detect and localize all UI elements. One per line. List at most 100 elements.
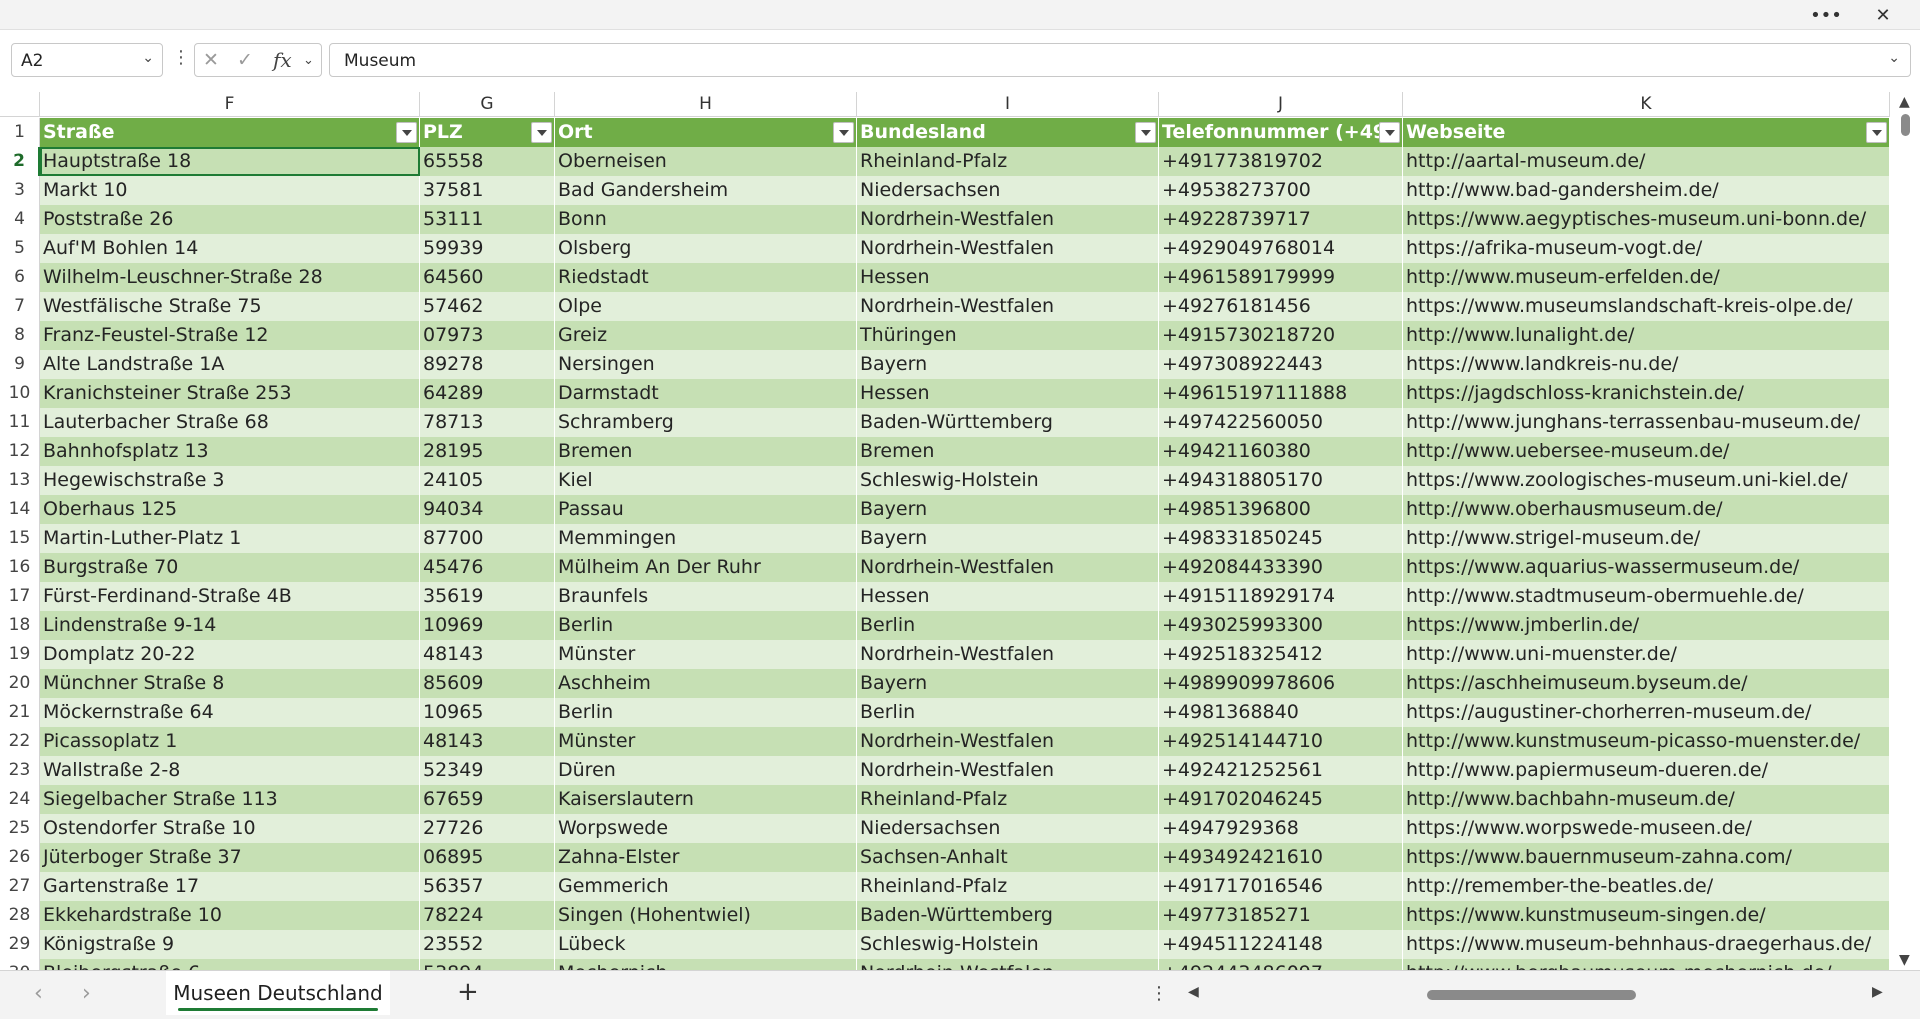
- table-cell[interactable]: https://www.kunstmuseum-singen.de/: [1403, 901, 1890, 930]
- table-cell[interactable]: +493025993300: [1159, 611, 1403, 640]
- filter-dropdown-icon[interactable]: [1135, 122, 1156, 143]
- table-cell[interactable]: http://www.bergbaumuseum-mechernich.de/: [1403, 959, 1890, 970]
- table-cell[interactable]: +4981368840: [1159, 698, 1403, 727]
- enter-icon[interactable]: ✓: [237, 49, 253, 71]
- table-cell[interactable]: Wallstraße 2-8: [40, 756, 420, 785]
- row-number[interactable]: 14: [0, 495, 40, 524]
- table-cell[interactable]: Fürst-Ferdinand-Straße 4B: [40, 582, 420, 611]
- table-cell[interactable]: Baden-Württemberg: [857, 901, 1159, 930]
- table-cell[interactable]: 10965: [420, 698, 555, 727]
- table-cell[interactable]: 45476: [420, 553, 555, 582]
- more-options-icon[interactable]: •••: [1803, 0, 1849, 30]
- row-number[interactable]: 5: [0, 234, 40, 263]
- previous-sheet-icon[interactable]: ‹: [34, 981, 43, 1006]
- table-cell[interactable]: Westfälische Straße 75: [40, 292, 420, 321]
- table-cell[interactable]: Jüterboger Straße 37: [40, 843, 420, 872]
- table-cell[interactable]: +492084433390: [1159, 553, 1403, 582]
- row-number[interactable]: 4: [0, 205, 40, 234]
- table-cell[interactable]: Gartenstraße 17: [40, 872, 420, 901]
- table-cell[interactable]: Alte Landstraße 1A: [40, 350, 420, 379]
- table-cell[interactable]: https://augustiner-chorherren-museum.de/: [1403, 698, 1890, 727]
- table-cell[interactable]: Niedersachsen: [857, 814, 1159, 843]
- table-cell[interactable]: Lindenstraße 9-14: [40, 611, 420, 640]
- table-cell[interactable]: Poststraße 26: [40, 205, 420, 234]
- table-cell[interactable]: Münchner Straße 8: [40, 669, 420, 698]
- more-icon[interactable]: ⋮: [172, 47, 190, 68]
- table-cell[interactable]: +4947929368: [1159, 814, 1403, 843]
- row-number[interactable]: 20: [0, 669, 40, 698]
- table-cell[interactable]: +494511224148: [1159, 930, 1403, 959]
- sheet-tab-museen-deutschland[interactable]: Museen Deutschland: [166, 971, 390, 1015]
- row-number[interactable]: 11: [0, 408, 40, 437]
- table-cell[interactable]: +491717016546: [1159, 872, 1403, 901]
- table-cell[interactable]: Münster: [555, 640, 857, 669]
- column-header-f[interactable]: F: [40, 92, 420, 117]
- table-cell[interactable]: Hegewischstraße 3: [40, 466, 420, 495]
- table-cell[interactable]: Kaiserslautern: [555, 785, 857, 814]
- table-cell[interactable]: 48143: [420, 640, 555, 669]
- table-cell[interactable]: 24105: [420, 466, 555, 495]
- table-cell[interactable]: +492421252561: [1159, 756, 1403, 785]
- table-cell[interactable]: +492443486097: [1159, 959, 1403, 970]
- table-cell[interactable]: 57462: [420, 292, 555, 321]
- table-cell[interactable]: Burgstraße 70: [40, 553, 420, 582]
- table-cell[interactable]: +49851396800: [1159, 495, 1403, 524]
- row-number[interactable]: 22: [0, 727, 40, 756]
- vertical-scrollbar[interactable]: ▲ ▼: [1891, 92, 1920, 970]
- table-cell[interactable]: https://www.aegyptisches-museum.uni-bonn…: [1403, 205, 1890, 234]
- table-cell[interactable]: Zahna-Elster: [555, 843, 857, 872]
- table-cell[interactable]: 53111: [420, 205, 555, 234]
- table-cell[interactable]: +494318805170: [1159, 466, 1403, 495]
- table-cell[interactable]: Siegelbacher Straße 113: [40, 785, 420, 814]
- table-cell[interactable]: Berlin: [555, 611, 857, 640]
- select-all-corner[interactable]: [0, 92, 40, 117]
- scroll-up-icon[interactable]: ▲: [1899, 94, 1910, 110]
- table-cell[interactable]: Bayern: [857, 350, 1159, 379]
- table-cell[interactable]: Mülheim An Der Ruhr: [555, 553, 857, 582]
- table-cell[interactable]: Oberneisen: [555, 147, 857, 176]
- column-header-i[interactable]: I: [857, 92, 1159, 117]
- table-cell[interactable]: Düren: [555, 756, 857, 785]
- insert-function-icon[interactable]: fx: [273, 48, 292, 72]
- table-cell[interactable]: +49228739717: [1159, 205, 1403, 234]
- table-cell[interactable]: Singen (Hohentwiel): [555, 901, 857, 930]
- table-cell[interactable]: 64560: [420, 263, 555, 292]
- table-cell[interactable]: +49276181456: [1159, 292, 1403, 321]
- table-cell[interactable]: +497422560050: [1159, 408, 1403, 437]
- close-icon[interactable]: ✕: [1860, 0, 1906, 30]
- cancel-icon[interactable]: ✕: [203, 49, 219, 71]
- table-cell[interactable]: Mechernich: [555, 959, 857, 970]
- table-cell[interactable]: Bahnhofsplatz 13: [40, 437, 420, 466]
- table-cell[interactable]: 23552: [420, 930, 555, 959]
- table-cell[interactable]: Lauterbacher Straße 68: [40, 408, 420, 437]
- table-cell[interactable]: 27726: [420, 814, 555, 843]
- row-number[interactable]: 9: [0, 350, 40, 379]
- header-cell[interactable]: Ort: [555, 118, 857, 147]
- table-cell[interactable]: 53894: [420, 959, 555, 970]
- table-cell[interactable]: Nordrhein-Westfalen: [857, 640, 1159, 669]
- table-cell[interactable]: Rheinland-Pfalz: [857, 872, 1159, 901]
- table-cell[interactable]: 48143: [420, 727, 555, 756]
- table-cell[interactable]: Martin-Luther-Platz 1: [40, 524, 420, 553]
- row-number[interactable]: 15: [0, 524, 40, 553]
- table-cell[interactable]: Rheinland-Pfalz: [857, 785, 1159, 814]
- table-cell[interactable]: +492514144710: [1159, 727, 1403, 756]
- row-number[interactable]: 2: [0, 147, 40, 176]
- table-cell[interactable]: Memmingen: [555, 524, 857, 553]
- table-cell[interactable]: Nordrhein-Westfalen: [857, 553, 1159, 582]
- table-cell[interactable]: https://afrika-museum-vogt.de/: [1403, 234, 1890, 263]
- header-cell[interactable]: Straße: [40, 118, 420, 147]
- table-cell[interactable]: +498331850245: [1159, 524, 1403, 553]
- expand-formula-icon[interactable]: ⌄: [1888, 50, 1900, 66]
- table-cell[interactable]: Münster: [555, 727, 857, 756]
- table-cell[interactable]: Kiel: [555, 466, 857, 495]
- row-number[interactable]: 26: [0, 843, 40, 872]
- table-cell[interactable]: Rheinland-Pfalz: [857, 147, 1159, 176]
- table-cell[interactable]: Bayern: [857, 524, 1159, 553]
- table-cell[interactable]: 64289: [420, 379, 555, 408]
- table-cell[interactable]: http://www.strigel-museum.de/: [1403, 524, 1890, 553]
- table-cell[interactable]: 89278: [420, 350, 555, 379]
- table-cell[interactable]: Nordrhein-Westfalen: [857, 727, 1159, 756]
- table-cell[interactable]: +493492421610: [1159, 843, 1403, 872]
- table-cell[interactable]: 78224: [420, 901, 555, 930]
